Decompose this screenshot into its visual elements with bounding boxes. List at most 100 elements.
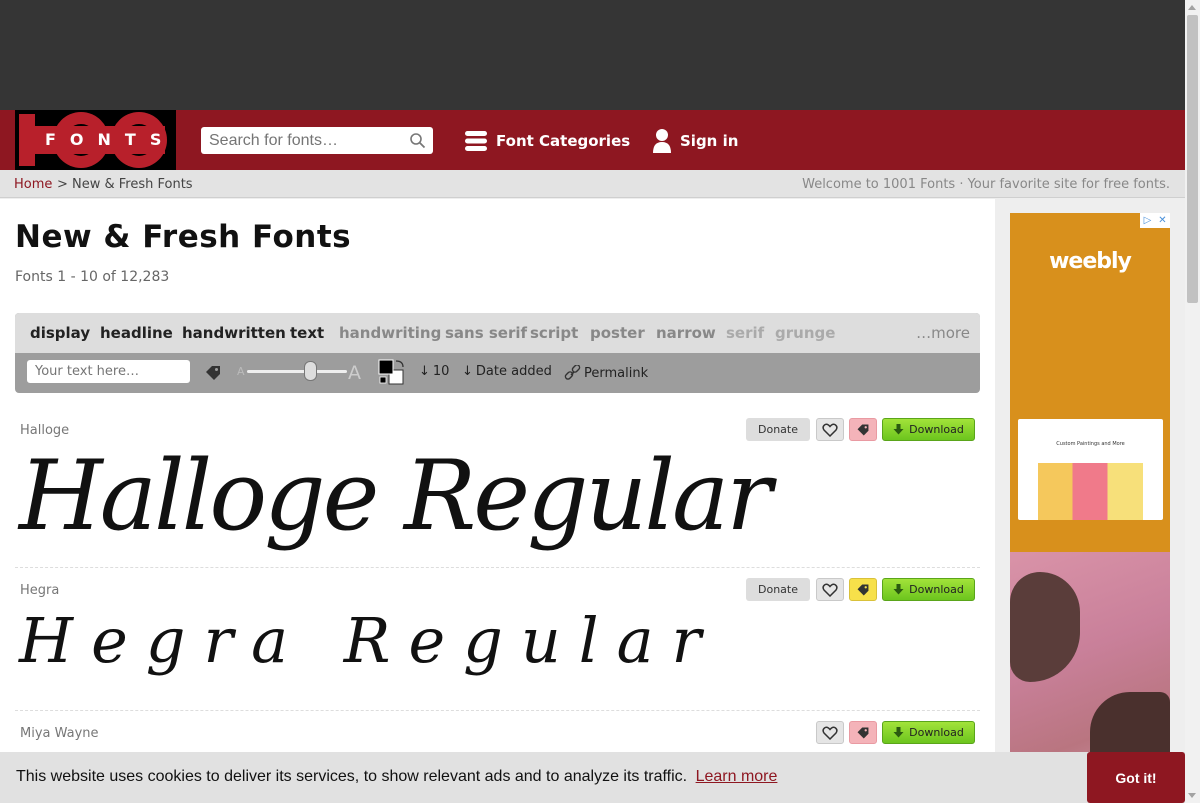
tag-handwriting[interactable]: handwriting bbox=[339, 324, 441, 342]
scroll-down-arrow[interactable] bbox=[1188, 793, 1196, 798]
download-button[interactable]: Download bbox=[882, 721, 975, 744]
tag-display[interactable]: display bbox=[30, 324, 90, 342]
font-entry-halloge: Halloge Donate Download Halloge Regular bbox=[15, 418, 980, 568]
tag-grunge[interactable]: grunge bbox=[775, 324, 835, 342]
tag-sans-serif[interactable]: sans serif bbox=[445, 324, 527, 342]
page-scrollbar[interactable] bbox=[1185, 0, 1200, 803]
download-button[interactable]: Download bbox=[882, 578, 975, 601]
font-name[interactable]: Hegra bbox=[20, 583, 59, 598]
font-name[interactable]: Halloge bbox=[20, 423, 69, 438]
size-large-label: A bbox=[348, 362, 361, 384]
scrollbar-thumb[interactable] bbox=[1187, 15, 1198, 303]
accept-cookies-button[interactable]: Got it! bbox=[1087, 752, 1185, 803]
sign-in-label: Sign in bbox=[680, 132, 739, 150]
download-icon bbox=[893, 727, 904, 738]
download-label: Download bbox=[909, 423, 964, 436]
ad-brand: weebly bbox=[1049, 249, 1132, 274]
tag-poster[interactable]: poster bbox=[590, 324, 645, 342]
per-page-value: 10 bbox=[432, 364, 450, 379]
cookie-banner: This website uses cookies to deliver its… bbox=[0, 752, 1185, 803]
main-content: New & Fresh Fonts Fonts 1 - 10 of 12,283… bbox=[0, 199, 995, 803]
font-count: Fonts 1 - 10 of 12,283 bbox=[15, 269, 170, 285]
sort-control[interactable]: ↓ Date added bbox=[462, 364, 552, 379]
ad-screenshot-caption: Custom Paintings and More bbox=[1056, 441, 1125, 447]
scroll-up-arrow[interactable] bbox=[1188, 5, 1196, 10]
tag-narrow[interactable]: narrow bbox=[656, 324, 716, 342]
download-icon bbox=[893, 424, 904, 435]
tag-font-button[interactable] bbox=[849, 578, 877, 601]
tag-text[interactable]: text bbox=[290, 324, 324, 342]
permalink-link[interactable]: Permalink bbox=[564, 365, 648, 382]
donate-button[interactable]: Donate bbox=[746, 418, 810, 441]
search-box bbox=[201, 127, 433, 154]
font-entry-hegra: Hegra Donate Download Hegra Regular bbox=[15, 578, 980, 711]
breadcrumb-current: New & Fresh Fonts bbox=[72, 177, 193, 192]
favorite-button[interactable] bbox=[816, 578, 844, 601]
font-actions: Donate Download bbox=[746, 418, 975, 442]
link-icon bbox=[564, 365, 581, 380]
font-preview[interactable]: Hegra Regular bbox=[19, 604, 719, 677]
breadcrumb-home-link[interactable]: Home bbox=[14, 177, 52, 192]
breadcrumb: Home > New & Fresh Fonts Welcome to 1001… bbox=[0, 170, 1185, 198]
site-logo[interactable]: FONTS bbox=[15, 110, 176, 170]
tag-icon[interactable] bbox=[204, 364, 222, 382]
user-icon bbox=[653, 129, 671, 153]
sidebar-ad[interactable]: ▷ ✕ weebly Custom Paintings and More bbox=[1010, 213, 1170, 803]
tag-font-button[interactable] bbox=[849, 721, 877, 744]
learn-more-link[interactable]: Learn more bbox=[696, 768, 778, 785]
adchoices-icon[interactable]: ▷ bbox=[1140, 213, 1155, 228]
logo-wordmark: FONTS bbox=[33, 126, 165, 154]
heart-icon bbox=[822, 423, 838, 437]
favorite-button[interactable] bbox=[816, 418, 844, 441]
font-preview[interactable]: Halloge Regular bbox=[19, 440, 772, 552]
cookie-message: This website uses cookies to deliver its… bbox=[16, 768, 777, 786]
preview-controls: A A ↓10 ↓Date added bbox=[15, 353, 980, 393]
tag-headline[interactable]: headline bbox=[100, 324, 173, 342]
donate-button[interactable]: Donate bbox=[746, 578, 810, 601]
color-swap-icon[interactable] bbox=[378, 359, 406, 387]
size-slider-track[interactable] bbox=[247, 370, 347, 373]
font-actions: Donate Download bbox=[746, 578, 975, 602]
ad-close-icon[interactable]: ✕ bbox=[1155, 213, 1170, 228]
favorite-button[interactable] bbox=[816, 721, 844, 744]
size-slider-handle[interactable] bbox=[303, 361, 317, 381]
page-title: New & Fresh Fonts bbox=[15, 219, 352, 255]
cookie-text: This website uses cookies to deliver its… bbox=[16, 768, 688, 785]
tag-handwritten[interactable]: handwritten bbox=[182, 324, 286, 342]
search-icon[interactable] bbox=[409, 132, 426, 149]
download-label: Download bbox=[909, 726, 964, 739]
tag-icon bbox=[857, 727, 869, 738]
download-label: Download bbox=[909, 583, 964, 596]
preview-text-input[interactable] bbox=[27, 360, 190, 383]
font-actions: Download bbox=[816, 721, 975, 745]
heart-icon bbox=[822, 583, 838, 597]
font-categories-menu[interactable]: Font Categories bbox=[464, 127, 630, 155]
top-ad-band bbox=[0, 0, 1185, 110]
tag-icon bbox=[857, 584, 869, 595]
site-header: FONTS Font Categories Sign in bbox=[0, 110, 1185, 170]
per-page-control[interactable]: ↓ 10 bbox=[419, 364, 449, 379]
ad-photo-hand bbox=[1010, 572, 1080, 682]
heart-icon bbox=[822, 726, 838, 740]
search-input[interactable] bbox=[201, 127, 401, 154]
breadcrumb-separator: > bbox=[57, 177, 68, 192]
permalink-label: Permalink bbox=[584, 366, 649, 381]
ad-screenshot: Custom Paintings and More bbox=[1018, 419, 1163, 520]
hamburger-icon bbox=[465, 131, 487, 151]
more-tags-link[interactable]: …more bbox=[916, 324, 970, 342]
tag-filter-row: display headline handwritten text handwr… bbox=[15, 313, 980, 353]
font-categories-label: Font Categories bbox=[496, 132, 631, 150]
welcome-text: Welcome to 1001 Fonts · Your favorite si… bbox=[802, 177, 1170, 192]
sort-label: Date added bbox=[475, 364, 552, 379]
download-icon bbox=[893, 584, 904, 595]
sign-in-link[interactable]: Sign in bbox=[652, 127, 738, 155]
ad-screenshot-tiles bbox=[1038, 463, 1143, 520]
tag-serif[interactable]: serif bbox=[726, 324, 764, 342]
sort-arrow-icon: ↓ bbox=[419, 364, 430, 379]
tag-font-button[interactable] bbox=[849, 418, 877, 441]
font-name[interactable]: Miya Wayne bbox=[20, 726, 99, 741]
filter-panel: display headline handwritten text handwr… bbox=[15, 313, 980, 393]
size-small-label: A bbox=[237, 365, 245, 378]
tag-script[interactable]: script bbox=[530, 324, 578, 342]
download-button[interactable]: Download bbox=[882, 418, 975, 441]
